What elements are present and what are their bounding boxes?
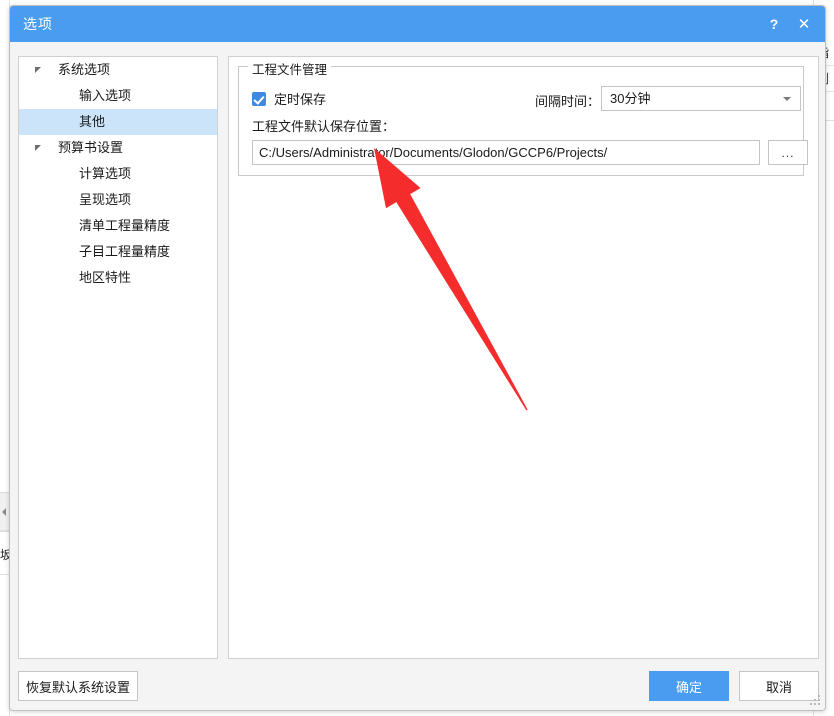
tree-item-label: 系统选项 bbox=[58, 62, 111, 77]
resize-grip[interactable] bbox=[810, 695, 821, 706]
tree-item-label: 其他 bbox=[79, 114, 106, 129]
default-path-label: 工程文件默认保存位置： bbox=[252, 119, 396, 134]
settings-tree: 系统选项 输入选项 其他 预算书设置 计算选项 呈现选项 清单工程量精度 子目工… bbox=[18, 56, 218, 659]
tree-item-budget-settings[interactable]: 预算书设置 bbox=[19, 135, 217, 161]
expander-open-icon[interactable] bbox=[35, 145, 41, 151]
autosave-label[interactable]: 定时保存 bbox=[274, 89, 326, 108]
tree-item-bill-quantity-precision[interactable]: 清单工程量精度 bbox=[19, 213, 217, 239]
tree-item-label: 子目工程量精度 bbox=[79, 244, 171, 259]
background-collapse-handle[interactable] bbox=[0, 492, 9, 532]
close-icon[interactable]: ✕ bbox=[789, 9, 819, 39]
dialog-titlebar: 选项 ? ✕ bbox=[10, 6, 825, 42]
tree-item-label: 清单工程量精度 bbox=[79, 218, 171, 233]
background-left-label: 坂 bbox=[0, 548, 9, 562]
ok-button[interactable]: 确定 bbox=[649, 671, 729, 701]
interval-label: 间隔时间： bbox=[535, 94, 601, 109]
tree-item-regional-features[interactable]: 地区特性 bbox=[19, 265, 217, 291]
default-path-input[interactable]: C:/Users/Administrator/Documents/Glodon/… bbox=[252, 140, 760, 165]
background-left-rule bbox=[0, 574, 9, 575]
autosave-checkbox[interactable] bbox=[252, 91, 266, 106]
interval-value: 30分钟 bbox=[610, 91, 651, 106]
tree-item-calculation-options[interactable]: 计算选项 bbox=[19, 161, 217, 187]
tree-item-label: 地区特性 bbox=[79, 270, 132, 285]
autosave-row: 定时保存 bbox=[252, 89, 326, 108]
project-file-management-group: 工程文件管理 定时保存 间隔时间： 30分钟 工程文件默认保存位置： C:/Us… bbox=[238, 59, 808, 176]
expander-open-icon[interactable] bbox=[35, 67, 41, 73]
tree-item-label: 输入选项 bbox=[79, 88, 132, 103]
restore-defaults-button[interactable]: 恢复默认系统设置 bbox=[18, 671, 138, 701]
tree-item-other[interactable]: 其他 bbox=[19, 109, 217, 135]
help-icon[interactable]: ? bbox=[759, 9, 789, 39]
cancel-button[interactable]: 取消 bbox=[739, 671, 819, 701]
dialog-title: 选项 bbox=[23, 16, 53, 32]
interval-dropdown[interactable]: 30分钟 bbox=[601, 86, 801, 111]
chevron-right-icon bbox=[2, 508, 6, 516]
dialog-body: 系统选项 输入选项 其他 预算书设置 计算选项 呈现选项 清单工程量精度 子目工… bbox=[10, 42, 825, 710]
titlebar-buttons: ? ✕ bbox=[759, 6, 819, 42]
group-title: 工程文件管理 bbox=[248, 59, 332, 78]
tree-item-label: 计算选项 bbox=[79, 166, 132, 181]
tree-item-system-options[interactable]: 系统选项 bbox=[19, 57, 217, 83]
tree-item-label: 呈现选项 bbox=[79, 192, 132, 207]
browse-folder-button[interactable]: ... bbox=[768, 140, 808, 165]
options-dialog: 选项 ? ✕ 系统选项 输入选项 其他 预算书设置 计算选项 呈现选项 清单工程… bbox=[9, 5, 826, 711]
check-icon bbox=[253, 92, 265, 105]
background-left-rule bbox=[0, 530, 9, 531]
chevron-down-icon bbox=[783, 97, 791, 101]
tree-item-presentation-options[interactable]: 呈现选项 bbox=[19, 187, 217, 213]
tree-item-label: 预算书设置 bbox=[58, 140, 124, 155]
tree-item-subitem-quantity-precision[interactable]: 子目工程量精度 bbox=[19, 239, 217, 265]
settings-content-panel: 工程文件管理 定时保存 间隔时间： 30分钟 工程文件默认保存位置： C:/Us… bbox=[228, 56, 819, 659]
tree-item-input-options[interactable]: 输入选项 bbox=[19, 83, 217, 109]
